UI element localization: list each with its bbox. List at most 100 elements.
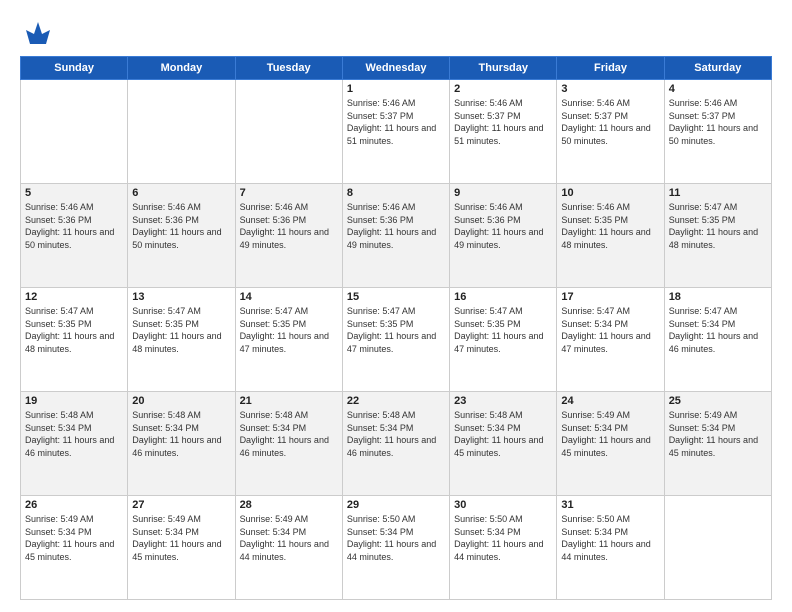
day-info: Sunrise: 5:46 AMSunset: 5:37 PMDaylight:… [669, 97, 767, 147]
day-info: Sunrise: 5:47 AMSunset: 5:35 PMDaylight:… [347, 305, 445, 355]
day-number: 23 [454, 395, 552, 407]
day-number: 15 [347, 291, 445, 303]
calendar-week-4: 19 Sunrise: 5:48 AMSunset: 5:34 PMDayligh… [21, 392, 772, 496]
day-number: 14 [240, 291, 338, 303]
day-number: 16 [454, 291, 552, 303]
day-info: Sunrise: 5:49 AMSunset: 5:34 PMDaylight:… [25, 513, 123, 563]
day-info: Sunrise: 5:46 AMSunset: 5:36 PMDaylight:… [240, 201, 338, 251]
day-number: 8 [347, 187, 445, 199]
logo [20, 16, 54, 48]
day-number: 19 [25, 395, 123, 407]
day-info: Sunrise: 5:50 AMSunset: 5:34 PMDaylight:… [347, 513, 445, 563]
calendar-cell: 21 Sunrise: 5:48 AMSunset: 5:34 PMDayligh… [235, 392, 342, 496]
calendar-table: SundayMondayTuesdayWednesdayThursdayFrid… [20, 56, 772, 600]
calendar-cell [235, 80, 342, 184]
day-number: 17 [561, 291, 659, 303]
logo-icon [22, 16, 54, 48]
calendar-cell: 10 Sunrise: 5:46 AMSunset: 5:35 PMDayligh… [557, 184, 664, 288]
day-info: Sunrise: 5:47 AMSunset: 5:34 PMDaylight:… [669, 305, 767, 355]
day-info: Sunrise: 5:47 AMSunset: 5:34 PMDaylight:… [561, 305, 659, 355]
calendar-cell: 5Sunrise: 5:46 AMSunset: 5:36 PMDaylight… [21, 184, 128, 288]
calendar-week-5: 26 Sunrise: 5:49 AMSunset: 5:34 PMDayligh… [21, 496, 772, 600]
day-info: Sunrise: 5:46 AMSunset: 5:36 PMDaylight:… [132, 201, 230, 251]
day-info: Sunrise: 5:48 AMSunset: 5:34 PMDaylight:… [132, 409, 230, 459]
day-number: 10 [561, 187, 659, 199]
day-info: Sunrise: 5:46 AMSunset: 5:35 PMDaylight:… [561, 201, 659, 251]
weekday-header-monday: Monday [128, 57, 235, 80]
day-number: 9 [454, 187, 552, 199]
day-number: 26 [25, 499, 123, 511]
day-number: 24 [561, 395, 659, 407]
calendar-cell: 8 Sunrise: 5:46 AMSunset: 5:36 PMDaylight… [342, 184, 449, 288]
calendar-cell: 26 Sunrise: 5:49 AMSunset: 5:34 PMDayligh… [21, 496, 128, 600]
day-info: Sunrise: 5:47 AMSunset: 5:35 PMDaylight:… [132, 305, 230, 355]
day-number: 2 [454, 83, 552, 95]
day-info: Sunrise: 5:49 AMSunset: 5:34 PMDaylight:… [561, 409, 659, 459]
calendar-cell: 6 Sunrise: 5:46 AMSunset: 5:36 PMDaylight… [128, 184, 235, 288]
day-number: 12 [25, 291, 123, 303]
day-info: Sunrise: 5:47 AMSunset: 5:35 PMDaylight:… [25, 305, 123, 355]
day-info: Sunrise: 5:46 AMSunset: 5:37 PMDaylight:… [561, 97, 659, 147]
day-number: 21 [240, 395, 338, 407]
day-number: 3 [561, 83, 659, 95]
day-info: Sunrise: 5:47 AMSunset: 5:35 PMDaylight:… [240, 305, 338, 355]
day-number: 13 [132, 291, 230, 303]
weekday-header-row: SundayMondayTuesdayWednesdayThursdayFrid… [21, 57, 772, 80]
calendar-cell: 22 Sunrise: 5:48 AMSunset: 5:34 PMDayligh… [342, 392, 449, 496]
day-info: Sunrise: 5:49 AMSunset: 5:34 PMDaylight:… [240, 513, 338, 563]
calendar-cell: 1 Sunrise: 5:46 AMSunset: 5:37 PMDaylight… [342, 80, 449, 184]
day-info: Sunrise: 5:46 AMSunset: 5:36 PMDaylight:… [454, 201, 552, 251]
calendar-cell: 19 Sunrise: 5:48 AMSunset: 5:34 PMDayligh… [21, 392, 128, 496]
weekday-header-wednesday: Wednesday [342, 57, 449, 80]
calendar-cell: 20 Sunrise: 5:48 AMSunset: 5:34 PMDayligh… [128, 392, 235, 496]
calendar-cell: 7Sunrise: 5:46 AMSunset: 5:36 PMDaylight… [235, 184, 342, 288]
calendar-cell: 4 Sunrise: 5:46 AMSunset: 5:37 PMDaylight… [664, 80, 771, 184]
day-number: 1 [347, 83, 445, 95]
day-number: 28 [240, 499, 338, 511]
day-number: 22 [347, 395, 445, 407]
calendar-cell: 27Sunrise: 5:49 AMSunset: 5:34 PMDayligh… [128, 496, 235, 600]
calendar-cell: 11 Sunrise: 5:47 AMSunset: 5:35 PMDayligh… [664, 184, 771, 288]
calendar-cell: 24 Sunrise: 5:49 AMSunset: 5:34 PMDayligh… [557, 392, 664, 496]
calendar-cell: 2 Sunrise: 5:46 AMSunset: 5:37 PMDaylight… [450, 80, 557, 184]
weekday-header-sunday: Sunday [21, 57, 128, 80]
calendar-week-1: 1 Sunrise: 5:46 AMSunset: 5:37 PMDaylight… [21, 80, 772, 184]
day-info: Sunrise: 5:46 AMSunset: 5:36 PMDaylight:… [25, 201, 123, 251]
calendar-cell: 17 Sunrise: 5:47 AMSunset: 5:34 PMDayligh… [557, 288, 664, 392]
weekday-header-tuesday: Tuesday [235, 57, 342, 80]
calendar-cell [21, 80, 128, 184]
day-number: 31 [561, 499, 659, 511]
day-info: Sunrise: 5:48 AMSunset: 5:34 PMDaylight:… [454, 409, 552, 459]
day-info: Sunrise: 5:48 AMSunset: 5:34 PMDaylight:… [347, 409, 445, 459]
calendar-cell: 25 Sunrise: 5:49 AMSunset: 5:34 PMDayligh… [664, 392, 771, 496]
day-info: Sunrise: 5:49 AMSunset: 5:34 PMDaylight:… [669, 409, 767, 459]
calendar-week-2: 5Sunrise: 5:46 AMSunset: 5:36 PMDaylight… [21, 184, 772, 288]
calendar-cell: 3 Sunrise: 5:46 AMSunset: 5:37 PMDaylight… [557, 80, 664, 184]
day-info: Sunrise: 5:46 AMSunset: 5:37 PMDaylight:… [347, 97, 445, 147]
day-number: 20 [132, 395, 230, 407]
day-number: 18 [669, 291, 767, 303]
day-info: Sunrise: 5:46 AMSunset: 5:36 PMDaylight:… [347, 201, 445, 251]
calendar-cell [664, 496, 771, 600]
calendar-cell: 15 Sunrise: 5:47 AMSunset: 5:35 PMDayligh… [342, 288, 449, 392]
day-number: 11 [669, 187, 767, 199]
weekday-header-saturday: Saturday [664, 57, 771, 80]
page-header [20, 16, 772, 48]
day-number: 30 [454, 499, 552, 511]
day-number: 6 [132, 187, 230, 199]
day-info: Sunrise: 5:49 AMSunset: 5:34 PMDaylight:… [132, 513, 230, 563]
weekday-header-friday: Friday [557, 57, 664, 80]
day-info: Sunrise: 5:47 AMSunset: 5:35 PMDaylight:… [669, 201, 767, 251]
calendar-page: SundayMondayTuesdayWednesdayThursdayFrid… [0, 0, 792, 612]
day-info: Sunrise: 5:48 AMSunset: 5:34 PMDaylight:… [25, 409, 123, 459]
day-number: 4 [669, 83, 767, 95]
day-number: 29 [347, 499, 445, 511]
day-number: 25 [669, 395, 767, 407]
weekday-header-thursday: Thursday [450, 57, 557, 80]
day-info: Sunrise: 5:47 AMSunset: 5:35 PMDaylight:… [454, 305, 552, 355]
calendar-cell: 28 Sunrise: 5:49 AMSunset: 5:34 PMDayligh… [235, 496, 342, 600]
calendar-cell: 29 Sunrise: 5:50 AMSunset: 5:34 PMDayligh… [342, 496, 449, 600]
day-info: Sunrise: 5:46 AMSunset: 5:37 PMDaylight:… [454, 97, 552, 147]
day-info: Sunrise: 5:48 AMSunset: 5:34 PMDaylight:… [240, 409, 338, 459]
day-info: Sunrise: 5:50 AMSunset: 5:34 PMDaylight:… [561, 513, 659, 563]
